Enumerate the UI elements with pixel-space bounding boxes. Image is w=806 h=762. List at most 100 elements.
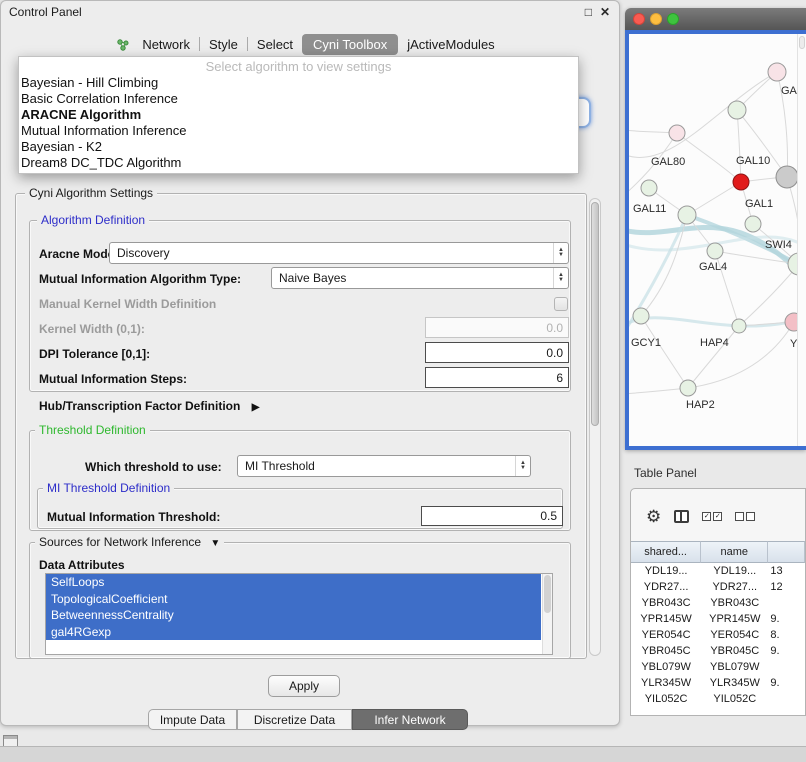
deselect-all-columns-icon[interactable] — [735, 512, 755, 521]
tab-style[interactable]: Style — [200, 35, 247, 54]
close-traffic-light[interactable] — [633, 13, 645, 25]
aracne-mode-select[interactable]: Discovery ▲▼ — [109, 242, 569, 264]
dropdown-placeholder: Select algorithm to view settings — [19, 58, 578, 75]
cell: YLR345W — [631, 677, 701, 689]
list-item[interactable]: SelfLoops — [46, 574, 541, 591]
list-scrollbar[interactable] — [542, 574, 552, 654]
network-node-label: GAL4 — [699, 261, 727, 273]
sources-group-title[interactable]: Sources for Network Inference ▼ — [35, 535, 224, 549]
dropdown-item[interactable]: Bayesian - K2 — [19, 139, 578, 155]
cell: YBR043C — [701, 597, 768, 609]
dropdown-item[interactable]: Bayesian - Hill Climbing — [19, 75, 578, 91]
cell: 13 — [768, 565, 805, 577]
tab-infer-network[interactable]: Infer Network — [352, 709, 468, 730]
network-node[interactable] — [669, 125, 685, 141]
network-node-gal11[interactable] — [678, 206, 696, 224]
mi-steps-input[interactable]: 6 — [425, 367, 569, 388]
table-row[interactable]: YLR345W YLR345W 9. — [631, 675, 805, 691]
settings-group-title: Cyni Algorithm Settings — [25, 186, 157, 200]
cell: YER054C — [631, 629, 701, 641]
cell: YIL052C — [701, 693, 768, 705]
select-all-columns-icon[interactable]: ✓ ✓ — [702, 512, 722, 521]
table-body: YDL19... YDL19... 13 YDR27... YDR27... 1… — [631, 563, 805, 715]
network-node[interactable] — [768, 63, 786, 81]
table-row[interactable]: YDL19... YDL19... 13 — [631, 563, 805, 579]
network-scrollbar[interactable] — [797, 34, 806, 446]
network-node-label: SWI4 — [765, 239, 792, 251]
column-header-shared-name[interactable]: shared... — [631, 541, 701, 563]
dropdown-item[interactable]: Mutual Information Inference — [19, 123, 578, 139]
network-node[interactable] — [728, 101, 746, 119]
mi-algorithm-type-value: Naive Bayes — [279, 271, 346, 285]
cell: YBL079W — [631, 661, 701, 673]
network-node-gal1[interactable] — [745, 216, 761, 232]
control-panel-tabs: Network Style Select Cyni Toolbox jActiv… — [1, 32, 619, 56]
gear-icon[interactable]: ⚙ — [646, 508, 661, 525]
tab-network[interactable]: Network — [133, 35, 199, 54]
tab-discretize-data[interactable]: Discretize Data — [237, 709, 352, 730]
list-item[interactable]: TopologicalCoefficient — [46, 591, 541, 608]
hub-definition-toggle[interactable]: Hub/Transcription Factor Definition ▶ — [39, 399, 259, 413]
network-node-gcy1[interactable] — [633, 308, 649, 324]
mi-algorithm-type-select[interactable]: Naive Bayes ▲▼ — [271, 267, 569, 289]
network-scrollbar-thumb[interactable] — [799, 36, 805, 49]
dpi-tolerance-input[interactable]: 0.0 — [425, 342, 569, 363]
tab-select[interactable]: Select — [248, 35, 302, 54]
zoom-traffic-light[interactable] — [667, 13, 679, 25]
kernel-width-input[interactable]: 0.0 — [425, 317, 569, 338]
dropdown-item[interactable]: Basic Correlation Inference — [19, 91, 578, 107]
control-panel-window: Control Panel □ ✕ Network Style Select C… — [0, 0, 620, 726]
manual-kernel-width-label: Manual Kernel Width Definition — [39, 297, 216, 311]
mi-threshold-input[interactable]: 0.5 — [421, 506, 563, 526]
network-node-hap2[interactable] — [680, 380, 696, 396]
table-row[interactable]: YER054C YER054C 8. — [631, 627, 805, 643]
cell: YDR27... — [631, 581, 701, 593]
table-row[interactable]: YDR27... YDR27... 12 — [631, 579, 805, 595]
table-row[interactable]: YBR043C YBR043C — [631, 595, 805, 611]
network-canvas[interactable]: GAL80 GAL10 GAL11 GAL1 SWI4 GAL4 GCY1 HA… — [629, 34, 797, 446]
float-window-icon[interactable]: □ — [585, 5, 592, 19]
algorithm-definition-title: Algorithm Definition — [37, 213, 149, 227]
table-row[interactable]: YBL079W YBL079W — [631, 659, 805, 675]
cell: 9. — [768, 645, 805, 657]
list-item[interactable]: gal4RGexp — [46, 624, 541, 641]
minimize-traffic-light[interactable] — [650, 13, 662, 25]
mi-threshold-definition-title: MI Threshold Definition — [43, 481, 174, 495]
list-item[interactable]: BetweennessCentrality — [46, 607, 541, 624]
dropdown-item-selected[interactable]: ARACNE Algorithm — [19, 107, 578, 123]
apply-button[interactable]: Apply — [268, 675, 340, 697]
columns-icon[interactable] — [674, 510, 689, 523]
tab-impute-data[interactable]: Impute Data — [148, 709, 237, 730]
cell: 12 — [768, 581, 805, 593]
table-row[interactable]: YBR045C YBR045C 9. — [631, 643, 805, 659]
data-attributes-list: SelfLoops TopologicalCoefficient Between… — [45, 573, 553, 655]
settings-scrollbar-thumb[interactable] — [591, 202, 599, 426]
network-node-gal4[interactable] — [707, 243, 723, 259]
tab-jactivemodules[interactable]: jActiveModules — [398, 35, 503, 54]
hub-definition-label: Hub/Transcription Factor Definition — [39, 399, 240, 413]
tab-cyni-toolbox[interactable]: Cyni Toolbox — [302, 34, 398, 55]
close-icon[interactable]: ✕ — [600, 5, 610, 19]
network-node-label: HAP2 — [686, 399, 715, 411]
network-node-label: GAL10 — [736, 155, 770, 167]
expanded-arrow-icon[interactable]: ▼ — [210, 538, 220, 549]
network-node-swi4[interactable] — [788, 253, 797, 275]
cell: YBL079W — [701, 661, 768, 673]
table-row[interactable]: YPR145W YPR145W 9. — [631, 611, 805, 627]
algorithm-dropdown-popup: Select algorithm to view settings Bayesi… — [18, 56, 579, 174]
which-threshold-select[interactable]: MI Threshold ▲▼ — [237, 455, 531, 477]
network-node-gal10[interactable] — [733, 174, 749, 190]
network-node-hap4[interactable] — [732, 319, 746, 333]
network-node[interactable] — [785, 313, 797, 331]
list-scrollbar-thumb[interactable] — [544, 575, 551, 613]
collapsed-arrow-icon[interactable]: ▶ — [252, 402, 260, 413]
table-row[interactable]: YIL052C YIL052C — [631, 691, 805, 707]
settings-scrollbar[interactable] — [589, 198, 601, 656]
network-node[interactable] — [776, 166, 797, 188]
control-panel-titlebar: Control Panel □ ✕ — [1, 1, 619, 23]
dropdown-item[interactable]: Dream8 DC_TDC Algorithm — [19, 155, 578, 171]
column-header-name[interactable]: name — [701, 541, 768, 563]
manual-kernel-width-checkbox[interactable] — [554, 297, 568, 311]
column-header-partial[interactable] — [768, 541, 805, 563]
network-node[interactable] — [641, 180, 657, 196]
